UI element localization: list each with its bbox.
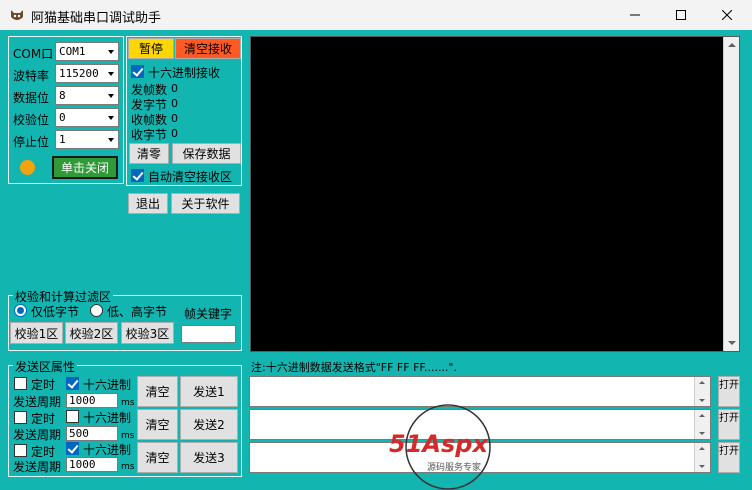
port-label: COM口 <box>13 47 54 61</box>
sent-frames-value: 0 <box>171 82 178 95</box>
hex-send-label-1: 十六进制 <box>83 378 132 392</box>
timer-checkbox-3[interactable] <box>14 444 27 457</box>
check2-button[interactable]: 校验2区 <box>65 322 118 344</box>
databits-select[interactable]: 8 <box>55 86 119 105</box>
open-file-button-2[interactable]: 打开 <box>718 409 740 440</box>
timer-checkbox-2[interactable] <box>14 411 27 424</box>
period-label-3: 发送周期 <box>13 460 62 474</box>
hex-send-label-2: 十六进制 <box>83 411 132 425</box>
clear-send-button-3[interactable]: 清空 <box>137 442 178 473</box>
period-unit-2: ms <box>121 431 135 441</box>
scroll-down-icon[interactable] <box>699 399 705 402</box>
close-button[interactable] <box>704 0 750 30</box>
send-scrollbar-2[interactable] <box>694 410 710 439</box>
watermark-tagline: 源码服务专家 <box>427 463 482 473</box>
parity-label: 校验位 <box>13 113 50 127</box>
parity-select[interactable]: 0 <box>55 108 119 127</box>
hex-send-checkbox-2[interactable] <box>66 410 79 423</box>
databits-label: 数据位 <box>13 91 50 105</box>
scroll-up-icon[interactable] <box>699 381 705 384</box>
chevron-down-icon <box>108 116 114 120</box>
send-button-3[interactable]: 发送3 <box>180 442 238 473</box>
send-format-hint: 注:十六进制数据发送格式"FF FF FF.......". <box>251 361 457 374</box>
maximize-icon <box>676 10 686 20</box>
period-input-3[interactable] <box>66 457 118 472</box>
scroll-down-icon[interactable] <box>699 432 705 435</box>
recv-bytes-value: 0 <box>171 127 178 140</box>
scroll-up-icon[interactable] <box>699 447 705 450</box>
baud-select[interactable]: 115200 <box>55 64 119 83</box>
clear-send-button-1[interactable]: 清空 <box>137 376 178 407</box>
chevron-down-icon <box>108 72 114 76</box>
exit-button[interactable]: 退出 <box>128 193 168 214</box>
chevron-down-icon <box>108 138 114 142</box>
chevron-down-icon <box>108 94 114 98</box>
hex-send-label-3: 十六进制 <box>83 443 132 457</box>
scroll-down-icon[interactable] <box>699 465 705 468</box>
stopbits-select[interactable]: 1 <box>55 130 119 149</box>
frame-key-input[interactable] <box>181 325 236 343</box>
pause-button[interactable]: 暂停 <box>128 38 174 59</box>
send-button-2[interactable]: 发送2 <box>180 409 238 440</box>
send-scrollbar-1[interactable] <box>694 377 710 406</box>
save-data-button[interactable]: 保存数据 <box>172 143 241 164</box>
send-props-group-title: 发送区属性 <box>13 358 78 375</box>
watermark-logo: 51Aspx 源码服务专家 <box>383 402 513 490</box>
period-unit-1: ms <box>121 398 135 408</box>
hex-receive-label: 十六进制接收 <box>148 66 221 80</box>
maximize-button[interactable] <box>658 0 704 30</box>
receive-scrollbar[interactable] <box>723 37 739 351</box>
sent-bytes-value: 0 <box>171 97 178 110</box>
timer-label-1: 定时 <box>31 378 56 392</box>
auto-clear-checkbox[interactable] <box>131 169 144 182</box>
recv-frames-value: 0 <box>171 112 178 125</box>
chevron-down-icon <box>108 50 114 54</box>
clear-receive-button[interactable]: 清空接收 <box>175 38 241 59</box>
period-label-2: 发送周期 <box>13 428 62 442</box>
check3-button[interactable]: 校验3区 <box>121 322 174 344</box>
hex-send-checkbox-1[interactable] <box>66 377 79 390</box>
scroll-down-icon[interactable] <box>728 341 736 345</box>
open-file-button-1[interactable]: 打开 <box>718 376 740 407</box>
low-high-label: 低、高字节 <box>107 305 168 319</box>
minimize-button[interactable] <box>612 0 658 30</box>
port-select[interactable]: COM1 <box>55 42 119 61</box>
baud-label: 波特率 <box>13 69 50 83</box>
auto-clear-label: 自动清空接收区 <box>148 170 233 184</box>
about-button[interactable]: 关于软件 <box>171 193 240 214</box>
send-scrollbar-3[interactable] <box>694 443 710 472</box>
watermark-brand: 51Aspx <box>389 430 488 458</box>
open-file-button-3[interactable]: 打开 <box>718 442 740 473</box>
hex-receive-checkbox[interactable] <box>131 65 144 78</box>
period-input-1[interactable] <box>66 393 118 408</box>
scroll-up-icon[interactable] <box>728 43 736 47</box>
zero-counters-button[interactable]: 清零 <box>129 143 169 164</box>
timer-label-2: 定时 <box>31 412 56 426</box>
receive-area[interactable] <box>250 36 740 352</box>
clear-send-button-2[interactable]: 清空 <box>137 409 178 440</box>
low-high-radio[interactable] <box>90 304 103 317</box>
period-input-2[interactable] <box>66 426 118 441</box>
close-icon <box>722 10 732 20</box>
hex-send-checkbox-3[interactable] <box>66 442 79 455</box>
cat-icon <box>11 10 23 20</box>
port-status-indicator <box>20 160 35 175</box>
recv-bytes-label: 收字节 <box>131 128 168 142</box>
period-label-1: 发送周期 <box>13 395 62 409</box>
stopbits-label: 停止位 <box>13 135 50 149</box>
timer-checkbox-1[interactable] <box>14 377 27 390</box>
minimize-icon <box>630 14 640 16</box>
scroll-up-icon[interactable] <box>699 414 705 417</box>
send-button-1[interactable]: 发送1 <box>180 376 238 407</box>
open-port-button[interactable]: 单击关闭 <box>52 156 118 179</box>
low-byte-radio[interactable] <box>14 304 27 317</box>
frame-key-label: 帧关键字 <box>184 307 233 321</box>
window-title: 阿猫基础串口调试助手 <box>31 11 162 26</box>
period-unit-3: ms <box>121 462 135 472</box>
check1-button[interactable]: 校验1区 <box>10 322 63 344</box>
title-bar: 阿猫基础串口调试助手 <box>0 0 752 30</box>
low-byte-label: 仅低字节 <box>31 305 80 319</box>
